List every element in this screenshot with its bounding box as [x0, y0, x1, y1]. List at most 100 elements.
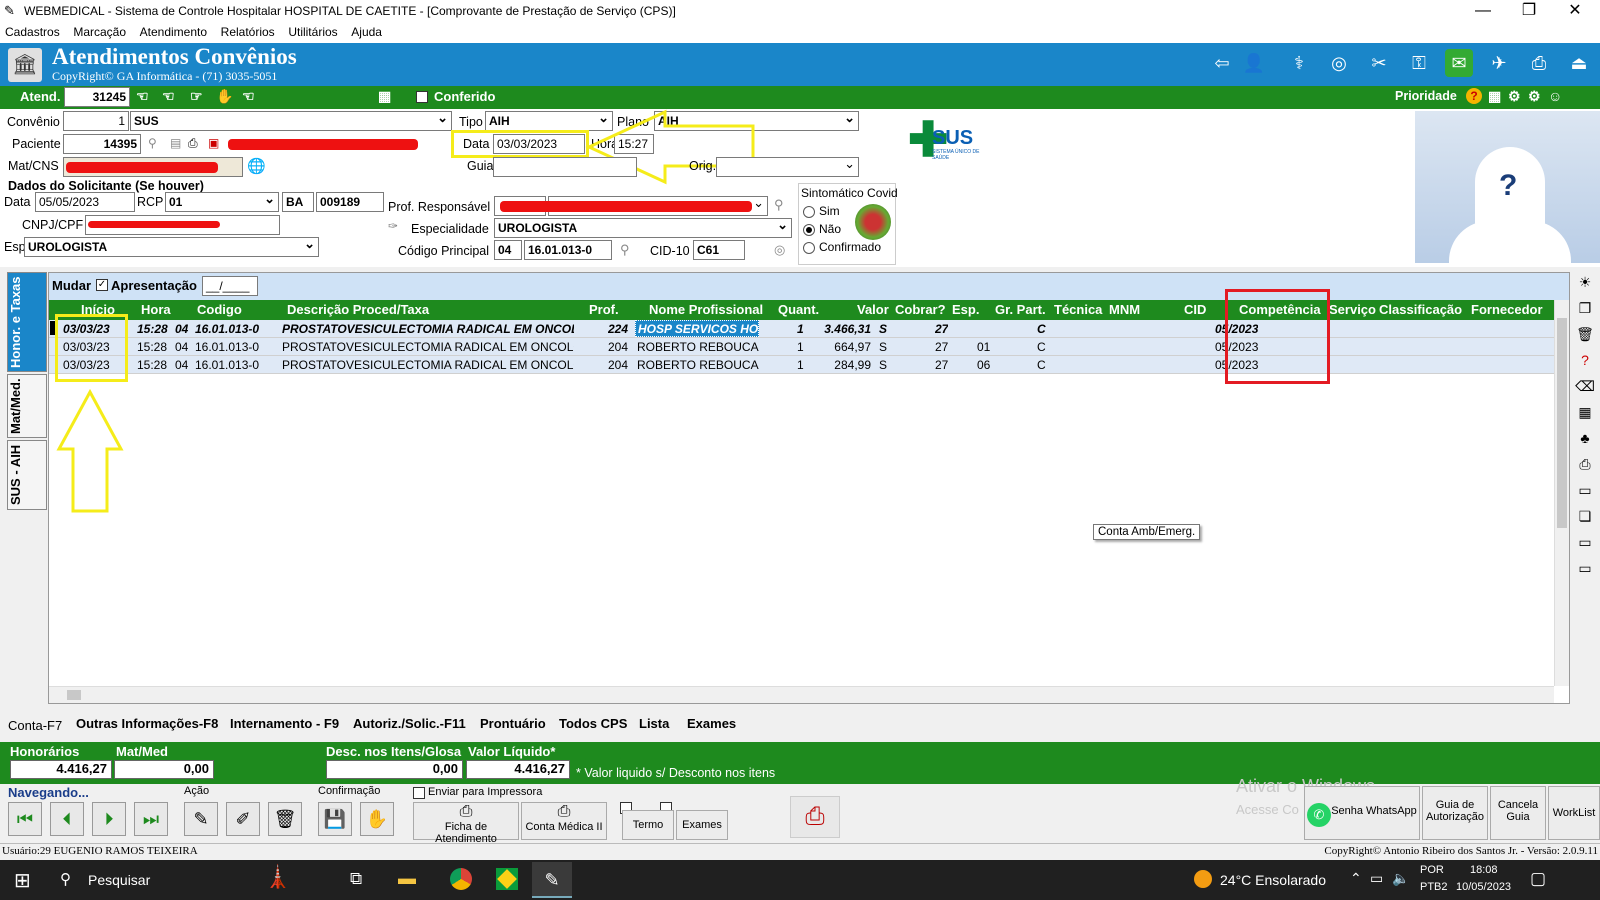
- col-descricao[interactable]: Descrição Proced/Taxa: [287, 302, 429, 317]
- back-arrow-icon[interactable]: ⇦: [1208, 49, 1236, 77]
- hand-left-icon-2[interactable]: ☜: [162, 88, 175, 105]
- apresentacao-field[interactable]: __/____: [202, 276, 258, 296]
- volume-icon[interactable]: 🔈: [1392, 870, 1409, 887]
- col-nome-profissional[interactable]: Nome Profissional: [649, 302, 763, 317]
- tools-icon[interactable]: ✂: [1365, 49, 1393, 77]
- settings-icon[interactable]: ⚙: [1508, 88, 1521, 105]
- notification-icon[interactable]: ▢: [1530, 869, 1546, 889]
- help-small-icon[interactable]: ?: [1572, 352, 1598, 378]
- guia-field[interactable]: [493, 157, 637, 177]
- col-tecnica[interactable]: Técnica: [1054, 302, 1102, 317]
- col-cid[interactable]: CID: [1184, 302, 1206, 317]
- print-small-icon[interactable]: ⎙: [1572, 456, 1598, 482]
- maximize-button[interactable]: ❐: [1506, 0, 1552, 24]
- eraser-icon[interactable]: ⌫: [1572, 378, 1598, 404]
- especialidade-select[interactable]: UROLOGISTA: [494, 218, 792, 238]
- hscroll-thumb[interactable]: [67, 690, 81, 700]
- guia-autorizacao-button[interactable]: Guia de Autorização: [1422, 786, 1488, 840]
- last-record-button[interactable]: ⏭: [134, 802, 168, 836]
- horizontal-scrollbar[interactable]: [49, 686, 1554, 703]
- print-card-icon[interactable]: ⎙: [188, 136, 198, 151]
- menu-cadastros[interactable]: Cadastros: [0, 24, 65, 40]
- crm-field[interactable]: 009189: [316, 192, 384, 212]
- uf-field[interactable]: BA: [282, 192, 314, 212]
- card-icon[interactable]: ▣: [208, 136, 219, 150]
- orig-select[interactable]: [716, 157, 859, 177]
- tab-lista[interactable]: Lista: [639, 716, 669, 731]
- first-record-button[interactable]: ⏮: [8, 802, 42, 836]
- edit-button[interactable]: ✐: [226, 802, 260, 836]
- atend-number-field[interactable]: 31245: [64, 87, 130, 107]
- tab-sus-aih[interactable]: SUS - AIH: [7, 440, 47, 510]
- copy-icon[interactable]: ❐: [1572, 300, 1598, 326]
- webmedical-taskbar-icon[interactable]: ✎: [532, 862, 572, 898]
- minimize-button[interactable]: —: [1460, 0, 1506, 24]
- add-user-icon[interactable]: 👤: [1240, 49, 1268, 77]
- tab-mat-med[interactable]: Mat/Med.: [7, 374, 47, 438]
- worklist-button[interactable]: WorkList: [1548, 786, 1600, 840]
- hand-point-icon[interactable]: ☜: [242, 88, 255, 105]
- convenio-code-field[interactable]: 1: [63, 111, 129, 131]
- network-tray-icon[interactable]: ▭: [1370, 870, 1383, 887]
- chrome-icon[interactable]: [450, 868, 472, 890]
- conferido-checkbox[interactable]: [416, 91, 428, 103]
- tab-autoriz-solic[interactable]: Autoriz./Solic.-F11: [353, 716, 466, 731]
- calendar-icon[interactable]: ▦: [1488, 88, 1501, 105]
- col-fornecedor[interactable]: Fornecedor: [1471, 302, 1543, 317]
- calendar-small-icon[interactable]: ▦: [1572, 404, 1598, 430]
- taskbar-search-label[interactable]: Pesquisar: [88, 872, 150, 888]
- binoculars-icon[interactable]: ⚲: [148, 136, 157, 150]
- enviar-impressora-checkbox[interactable]: [413, 787, 425, 799]
- calculator-icon[interactable]: ▦: [378, 88, 391, 105]
- medical-caduceus-icon[interactable]: ⚕: [1285, 49, 1313, 77]
- email-icon[interactable]: ✈: [1485, 49, 1513, 77]
- sms-icon[interactable]: ✉: [1445, 49, 1473, 77]
- search-icon[interactable]: ⚲: [60, 870, 71, 888]
- new-button[interactable]: ✎: [184, 802, 218, 836]
- sun-icon[interactable]: ☀: [1572, 274, 1598, 300]
- col-hora[interactable]: Hora: [141, 302, 171, 317]
- cancel-hand-button[interactable]: ✋: [360, 802, 394, 836]
- search-circle-icon[interactable]: ◎: [774, 242, 785, 258]
- col-esp[interactable]: Esp.: [952, 302, 979, 317]
- solicitante-esp-select[interactable]: UROLOGISTA: [24, 237, 319, 257]
- printer-icon[interactable]: ⎙: [1525, 49, 1553, 77]
- menu-marcacao[interactable]: Marcação: [68, 24, 131, 40]
- prev-record-button[interactable]: ⏴: [50, 802, 84, 836]
- col-codigo[interactable]: Codigo: [197, 302, 242, 317]
- col-mnm[interactable]: MNM: [1109, 302, 1140, 317]
- col-quant[interactable]: Quant.: [778, 302, 819, 317]
- conta-medica-button[interactable]: ⎙ Conta Médica II: [521, 802, 607, 840]
- menu-ajuda[interactable]: Ajuda: [346, 24, 387, 40]
- sol-data-field[interactable]: 05/05/2023: [35, 192, 135, 212]
- col-valor[interactable]: Valor: [857, 302, 889, 317]
- tab-conta-f7[interactable]: Conta-F7: [8, 718, 62, 733]
- paciente-code-field[interactable]: 14395: [63, 134, 141, 154]
- whatsapp-button[interactable]: ✆ Senha WhatsApp: [1304, 786, 1420, 840]
- globe-search-icon[interactable]: 🌐: [247, 157, 266, 175]
- codigo-principal-field[interactable]: 16.01.013-0: [524, 240, 612, 260]
- next-record-button[interactable]: ⏵: [92, 802, 126, 836]
- hand-arrows-icon[interactable]: ☞: [190, 88, 203, 105]
- tab-internamento[interactable]: Internamento - F9: [230, 716, 339, 731]
- scrollbar-thumb[interactable]: [1557, 318, 1567, 528]
- globe-icon[interactable]: ◎: [1325, 49, 1353, 77]
- col-gr-part[interactable]: Gr. Part.: [995, 302, 1046, 317]
- codigo-group-field[interactable]: 04: [494, 240, 522, 260]
- apresentacao-checkbox[interactable]: ✓: [96, 279, 108, 291]
- lang-ptb2[interactable]: PTB2: [1420, 881, 1448, 893]
- hand-star-icon[interactable]: ✋: [216, 88, 233, 105]
- convenio-select[interactable]: SUS: [130, 111, 452, 131]
- menu-utilitarios[interactable]: Utilitários: [283, 24, 342, 40]
- binoculars-icon-3[interactable]: ⚲: [620, 242, 630, 258]
- keys-icon[interactable]: ⚿: [1405, 49, 1433, 77]
- termo-button[interactable]: Termo: [622, 810, 674, 840]
- label-printer-icon[interactable]: ⎙: [790, 796, 840, 838]
- trash-icon[interactable]: 🗑: [1572, 326, 1598, 352]
- pages-icon[interactable]: ❏: [1572, 508, 1598, 534]
- folder-icon[interactable]: ▬: [398, 868, 416, 889]
- patient-photo-placeholder[interactable]: ?: [1415, 111, 1600, 263]
- menu-relatorios[interactable]: Relatórios: [216, 24, 280, 40]
- exit-icon[interactable]: ⏏: [1565, 49, 1593, 77]
- vertical-scrollbar[interactable]: [1554, 300, 1569, 686]
